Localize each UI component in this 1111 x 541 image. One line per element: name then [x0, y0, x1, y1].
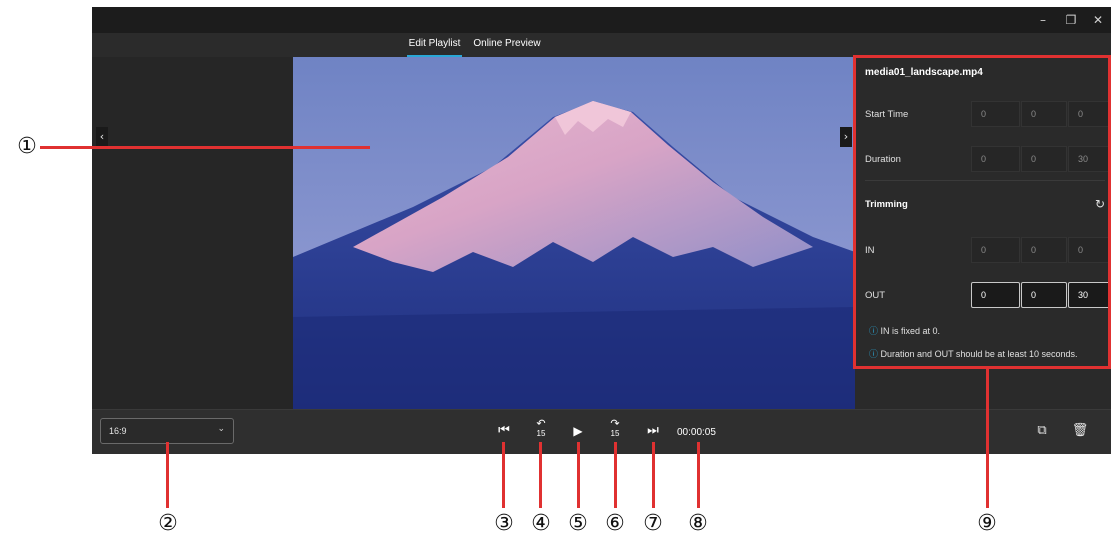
trash-icon[interactable]: 🗑 — [1071, 421, 1089, 441]
preview-image — [293, 57, 855, 409]
callout-3: ③ — [494, 511, 514, 536]
callout-7: ⑦ — [643, 511, 663, 536]
annotated-screenshot: – ❐ ✕ Edit Playlist Online Preview ‹ › m… — [0, 0, 1111, 541]
callout-4: ④ — [531, 511, 551, 536]
skip-to-end-button[interactable]: ⏭ — [642, 420, 664, 442]
callout-line-2 — [166, 442, 169, 508]
minimize-icon[interactable]: – — [1032, 11, 1054, 29]
rewind-icon: ↶ — [536, 417, 546, 430]
control-bar: 16:9 ⌄ ⏮ ↶ 15 ▶ ↷ 15 ⏭ 00:00:05 ⧉ 🗑 — [92, 409, 1111, 454]
close-icon[interactable]: ✕ — [1087, 11, 1109, 29]
tab-bar: Edit Playlist Online Preview — [92, 33, 1111, 57]
chevron-left-icon[interactable]: ‹ — [96, 127, 108, 147]
tab-online-preview[interactable]: Online Preview — [472, 33, 542, 57]
callout-line-4 — [539, 442, 542, 508]
callout-9: ⑨ — [977, 511, 997, 536]
callout-line-8 — [697, 442, 700, 508]
callout-line-9 — [986, 369, 989, 508]
aspect-ratio-select[interactable]: 16:9 ⌄ — [100, 418, 234, 444]
callout-line-5 — [577, 442, 580, 508]
forward-icon: ↷ — [610, 417, 620, 430]
callout-line-7 — [652, 442, 655, 508]
tab-edit-playlist[interactable]: Edit Playlist — [407, 33, 462, 57]
chevron-down-icon: ⌄ — [217, 424, 225, 434]
chevron-right-icon[interactable]: › — [840, 127, 852, 147]
callout-6: ⑥ — [605, 511, 625, 536]
properties-highlight-box — [853, 55, 1111, 369]
copy-icon[interactable]: ⧉ — [1033, 421, 1051, 441]
mountain-image — [293, 57, 855, 409]
callout-line-3 — [502, 442, 505, 508]
timecode: 00:00:05 — [677, 427, 716, 438]
restore-icon[interactable]: ❐ — [1060, 11, 1082, 29]
callout-line-6 — [614, 442, 617, 508]
play-button[interactable]: ▶ — [567, 420, 589, 442]
callout-line-1 — [40, 146, 370, 149]
callout-2: ② — [158, 511, 178, 536]
skip-to-start-button[interactable]: ⏮ — [493, 420, 515, 442]
aspect-ratio-value: 16:9 — [109, 426, 127, 436]
forward-15-button[interactable]: ↷ 15 — [604, 418, 626, 444]
callout-5: ⑤ — [568, 511, 588, 536]
title-bar: – ❐ ✕ — [92, 7, 1111, 33]
forward-seconds: 15 — [610, 429, 620, 438]
callout-8: ⑧ — [688, 511, 708, 536]
callout-1: ① — [17, 134, 37, 159]
rewind-seconds: 15 — [536, 429, 546, 438]
rewind-15-button[interactable]: ↶ 15 — [530, 418, 552, 444]
left-pane: ‹ — [92, 57, 293, 409]
